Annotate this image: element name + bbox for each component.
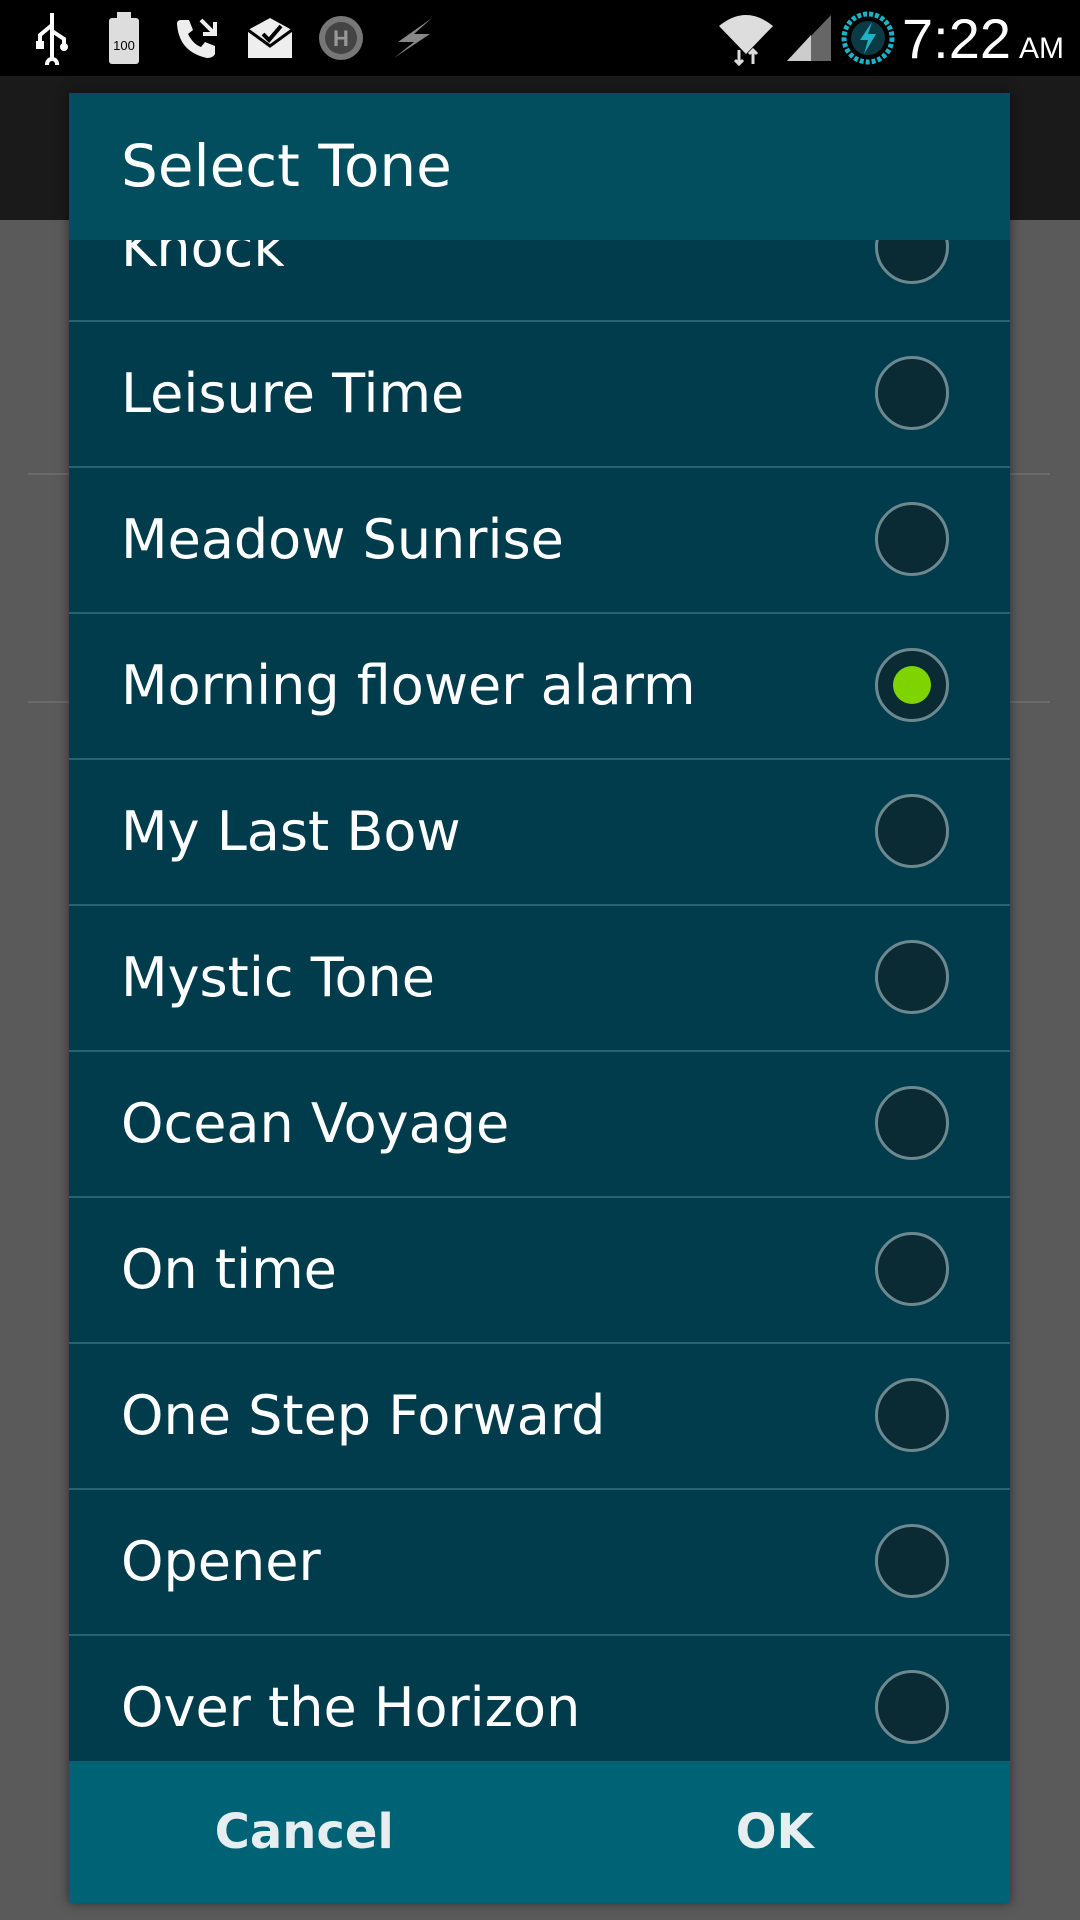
mail-icon: [244, 8, 296, 68]
select-tone-dialog: Select Tone Knock Leisure Time Meadow Sunr…: [69, 93, 1010, 1903]
radio-button[interactable]: [875, 1232, 949, 1306]
tone-list[interactable]: Knock Leisure Time Meadow Sunrise Morning f…: [69, 240, 1010, 1854]
tone-list-item[interactable]: My Last Bow: [69, 760, 1010, 906]
tone-label: Morning flower alarm: [121, 654, 696, 717]
tone-label: Opener: [121, 1530, 321, 1593]
radio-button[interactable]: [875, 1524, 949, 1598]
radio-button[interactable]: [875, 1378, 949, 1452]
dialog-title: Select Tone: [121, 132, 452, 200]
signal-icon: [784, 8, 834, 68]
cancel-button[interactable]: Cancel: [69, 1761, 540, 1903]
status-clock: 7:22 AM: [902, 4, 1064, 74]
tone-list-item[interactable]: Knock: [69, 240, 1010, 322]
dialog-header: Select Tone: [69, 93, 1010, 240]
h-badge-icon: H: [316, 8, 366, 68]
tone-list-item[interactable]: Opener: [69, 1490, 1010, 1636]
tone-label: Over the Horizon: [121, 1676, 581, 1739]
radio-button[interactable]: [875, 940, 949, 1014]
flash-icon: [388, 8, 438, 68]
svg-text:H: H: [333, 26, 349, 51]
tone-label: Mystic Tone: [121, 946, 436, 1009]
radio-button[interactable]: [875, 502, 949, 576]
tone-label: Leisure Time: [121, 362, 465, 425]
usb-icon: [30, 8, 74, 68]
tone-list-item[interactable]: Leisure Time: [69, 322, 1010, 468]
clock-time: 7:22: [902, 7, 1011, 70]
tone-list-item[interactable]: Ocean Voyage: [69, 1052, 1010, 1198]
dialog-button-bar: Cancel OK: [69, 1761, 1010, 1903]
radio-button[interactable]: [875, 1670, 949, 1744]
tone-list-item[interactable]: Meadow Sunrise: [69, 468, 1010, 614]
clock-ampm: AM: [1019, 32, 1064, 65]
radio-button-selected[interactable]: [875, 648, 949, 722]
radio-button[interactable]: [875, 356, 949, 430]
tone-list-item[interactable]: Mystic Tone: [69, 906, 1010, 1052]
tone-label: Meadow Sunrise: [121, 508, 564, 571]
tone-label: Ocean Voyage: [121, 1092, 510, 1155]
radio-button[interactable]: [875, 240, 949, 284]
battery-icon: 100: [104, 8, 144, 68]
radio-button[interactable]: [875, 1086, 949, 1160]
charging-ring-icon: [840, 8, 896, 68]
tone-label: My Last Bow: [121, 800, 461, 863]
tone-label: On time: [121, 1238, 337, 1301]
tone-list-item[interactable]: On time: [69, 1198, 1010, 1344]
tone-label: Knock: [121, 240, 285, 279]
ok-button[interactable]: OK: [540, 1761, 1011, 1903]
missed-call-icon: [172, 8, 222, 68]
wifi-icon: [716, 8, 776, 68]
svg-text:100: 100: [113, 38, 135, 53]
radio-selected-dot: [893, 666, 931, 704]
tone-list-item[interactable]: Morning flower alarm: [69, 614, 1010, 760]
radio-button[interactable]: [875, 794, 949, 868]
tone-label: One Step Forward: [121, 1384, 606, 1447]
status-bar: 100 H 7:22 AM: [0, 0, 1080, 76]
tone-list-item[interactable]: One Step Forward: [69, 1344, 1010, 1490]
